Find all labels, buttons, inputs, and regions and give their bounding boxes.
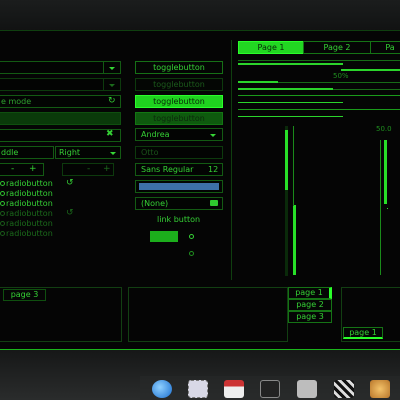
entry-mode-field[interactable]: e mode ↻	[0, 95, 121, 108]
chevron-down-icon	[210, 134, 216, 137]
scale-track-1	[238, 95, 400, 96]
spin-minus-button-2[interactable]: -	[87, 164, 90, 174]
radio-1[interactable]	[0, 181, 5, 186]
tab-page-1[interactable]: Page 1	[238, 41, 304, 54]
align-combo-2-value: Right	[59, 148, 81, 157]
video-clapper-icon[interactable]	[334, 380, 354, 398]
progress-track-3	[278, 82, 400, 83]
align-combo-2[interactable]: Right	[55, 146, 121, 159]
radio-2[interactable]	[0, 191, 5, 196]
disabled-combo[interactable]: Otto	[135, 146, 223, 159]
align-combo-1-value: ddle	[1, 148, 19, 157]
toggle-button-4[interactable]: togglebutton	[135, 112, 223, 125]
browser-icon[interactable]	[152, 380, 172, 398]
radio-3-label: radiobutton	[6, 199, 53, 208]
switch-indicator-1	[189, 234, 194, 239]
combo-entry-2-button[interactable]	[103, 78, 121, 91]
vertical-progress-bar-1	[285, 130, 288, 190]
font-button-size: 12	[208, 165, 219, 174]
link-button[interactable]: link button	[157, 215, 200, 224]
switch-indicator-2	[189, 251, 194, 256]
tab-page-2[interactable]: Page 2	[303, 41, 371, 54]
spin-button-1[interactable]: - +	[0, 163, 44, 176]
terminal-icon[interactable]	[260, 380, 280, 398]
refresh-icon[interactable]: ↻	[108, 96, 116, 106]
bottom-tab-page-1[interactable]: page 1	[343, 327, 383, 339]
file-chooser-label: (None)	[141, 199, 169, 208]
progress-bar-4	[238, 88, 333, 90]
chevron-down-icon	[110, 152, 116, 155]
tab-page-3[interactable]: Pa	[370, 41, 400, 54]
spinner-icon: ↺	[66, 178, 74, 188]
scale-track-2	[238, 109, 400, 110]
progress-track-4	[333, 89, 400, 90]
bottom-middle-panel	[128, 287, 288, 342]
name-combo-value: Andrea	[141, 130, 170, 139]
media-player-icon[interactable]	[297, 380, 317, 398]
disabled-combo-value: Otto	[141, 148, 159, 157]
toggle-button-1[interactable]: togglebutton	[135, 61, 223, 74]
align-combo-1[interactable]: ddle	[0, 146, 54, 159]
vertical-scale-fill-2[interactable]	[387, 208, 388, 209]
vertical-tab-page-1[interactable]: page 1	[288, 287, 332, 299]
vertical-tab-page-3[interactable]: page 3	[288, 311, 332, 323]
chevron-down-icon	[109, 84, 115, 87]
radio-3[interactable]	[0, 201, 5, 206]
spin-minus-button[interactable]: -	[11, 164, 14, 174]
radio-6-label: radiobutton	[6, 229, 53, 238]
font-button[interactable]: Sans Regular 12	[135, 163, 223, 176]
progress-bar-1	[238, 63, 343, 65]
separator	[238, 60, 400, 61]
radio-4-label: radiobutton	[6, 209, 53, 218]
search-entry[interactable]: ✖	[0, 129, 121, 142]
progress-bar-2	[341, 69, 400, 71]
tab-page-3-left[interactable]: page 3	[3, 289, 46, 301]
color-swatch	[139, 183, 219, 190]
vertical-tab-page-2[interactable]: page 2	[288, 299, 332, 311]
radio-1-label: radiobutton	[6, 179, 53, 188]
scale-1-fill[interactable]	[238, 102, 343, 103]
vertical-scale-track-1	[293, 126, 294, 206]
toggle-button-3[interactable]: togglebutton	[135, 95, 223, 108]
radio-2-label: radiobutton	[6, 189, 53, 198]
calendar-icon[interactable]	[224, 380, 244, 398]
name-combo[interactable]: Andrea	[135, 128, 223, 141]
spinner-icon-dim: ↺	[66, 208, 74, 218]
scale-value-label: 50.0	[376, 125, 392, 133]
radio-6[interactable]	[0, 231, 5, 236]
vertical-scale-fill-1[interactable]	[384, 140, 387, 204]
scale-2-fill[interactable]	[238, 116, 343, 117]
clear-icon[interactable]: ✖	[106, 129, 114, 139]
mail-stamp-icon[interactable]	[188, 380, 208, 398]
progress-label: 50%	[333, 72, 349, 80]
color-button[interactable]	[135, 180, 223, 193]
dark-entry[interactable]	[0, 112, 121, 125]
entry-mode-label: e mode	[1, 97, 32, 106]
radio-5-label: radiobutton	[6, 219, 53, 228]
radio-4[interactable]	[0, 211, 5, 216]
combo-entry-1-button[interactable]	[103, 61, 121, 74]
vertical-scale-track-2	[380, 140, 381, 275]
radio-5[interactable]	[0, 221, 5, 226]
file-chooser-button[interactable]: (None)	[135, 197, 223, 210]
spin-plus-button[interactable]: +	[29, 164, 37, 174]
folder-icon	[210, 200, 218, 206]
photo-icon[interactable]	[370, 380, 390, 398]
chevron-down-icon	[109, 67, 115, 70]
vertical-progress-bar-2	[293, 205, 296, 275]
font-button-name: Sans Regular	[141, 165, 194, 174]
progress-bar-3	[238, 81, 278, 83]
right-column-divider	[231, 40, 232, 280]
toggle-button-2[interactable]: togglebutton	[135, 78, 223, 91]
toggle-switch[interactable]	[150, 231, 178, 242]
spin-button-2[interactable]: - +	[62, 163, 114, 176]
spin-plus-button-2[interactable]: +	[103, 164, 111, 174]
